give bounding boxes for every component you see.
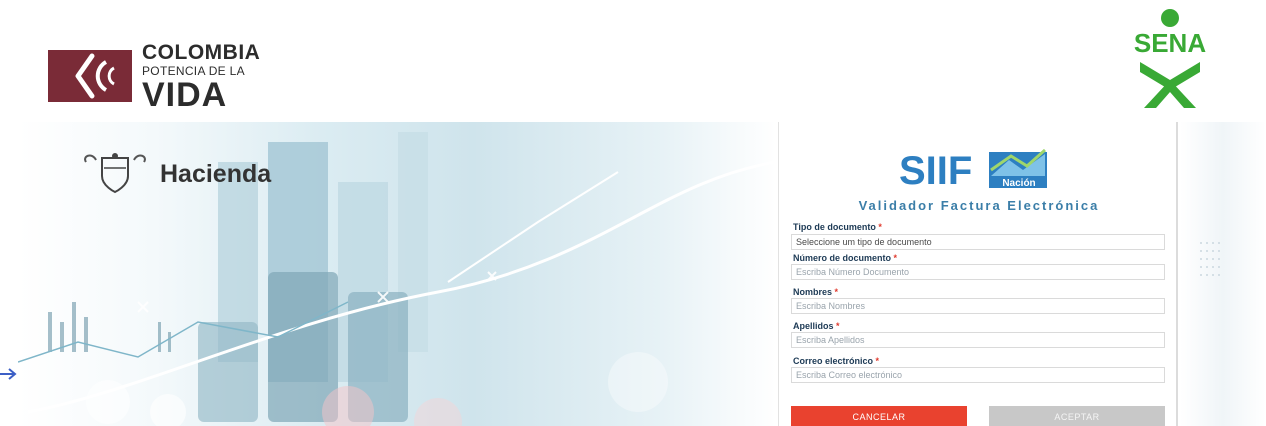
siif-nacion-logo: SIIF Nación bbox=[893, 146, 1053, 193]
colombia-logo-line1: COLOMBIA bbox=[142, 41, 261, 64]
field-label-text: Correo electrónico bbox=[793, 356, 874, 366]
field-label-text: Número de documento bbox=[793, 253, 892, 263]
form-title: Validador Factura Electrónica bbox=[858, 198, 1100, 213]
sena-logo: SENA bbox=[1098, 8, 1248, 110]
required-marker: * bbox=[878, 222, 882, 232]
numero-documento-label: Número de documento * bbox=[793, 253, 897, 263]
required-marker: * bbox=[834, 287, 839, 297]
required-marker: * bbox=[893, 253, 898, 263]
header: COLOMBIA POTENCIA DE LA VIDA SENA bbox=[0, 0, 1266, 120]
field-label-text: Tipo de documento bbox=[793, 222, 876, 232]
sena-logo-text: SENA bbox=[1134, 28, 1206, 58]
tipo-documento-select[interactable]: Seleccione um tipo de documento bbox=[791, 234, 1165, 250]
required-marker: * bbox=[836, 321, 840, 331]
numero-documento-input[interactable]: Escriba Número Documento bbox=[791, 264, 1165, 280]
correo-electronico-label: Correo electrónico * bbox=[793, 356, 879, 366]
arrow-right-icon bbox=[0, 368, 17, 380]
hero-banner: Hacienda bbox=[18, 122, 776, 426]
siif-logo-text: SIIF bbox=[899, 149, 972, 190]
required-marker: * bbox=[875, 356, 880, 366]
siif-logo-subtext: Nación bbox=[1002, 178, 1035, 189]
nombres-label: Nombres * bbox=[793, 287, 838, 297]
field-label-text: Apellidos bbox=[793, 321, 834, 331]
colombia-brand-mark-icon bbox=[48, 50, 132, 102]
apellidos-label: Apellidos * bbox=[793, 321, 840, 331]
apellidos-input[interactable]: Escriba Apellidos bbox=[791, 332, 1165, 348]
colombia-logo-line3: VIDA bbox=[142, 76, 228, 114]
accept-button[interactable]: ACEPTAR bbox=[989, 406, 1165, 426]
page: COLOMBIA POTENCIA DE LA VIDA SENA Hacien… bbox=[0, 0, 1266, 426]
colombia-logo-text: COLOMBIA POTENCIA DE LA VIDA bbox=[142, 41, 261, 114]
field-label-text: Nombres bbox=[793, 287, 833, 297]
cancel-button[interactable]: CANCELAR bbox=[791, 406, 967, 426]
correo-electronico-input[interactable]: Escriba Correo electrónico bbox=[791, 367, 1165, 383]
colombia-potencia-de-la-vida-logo: COLOMBIA POTENCIA DE LA VIDA bbox=[40, 38, 290, 112]
tipo-documento-label: Tipo de documento * bbox=[793, 222, 882, 232]
colombia-coat-of-arms-icon bbox=[80, 152, 150, 196]
hacienda-title: Hacienda bbox=[160, 160, 272, 188]
right-decorative-background bbox=[1180, 122, 1266, 426]
nombres-input[interactable]: Escriba Nombres bbox=[791, 298, 1165, 314]
validator-form-panel: SIIF Nación Validador Factura Electrónic… bbox=[778, 122, 1178, 426]
